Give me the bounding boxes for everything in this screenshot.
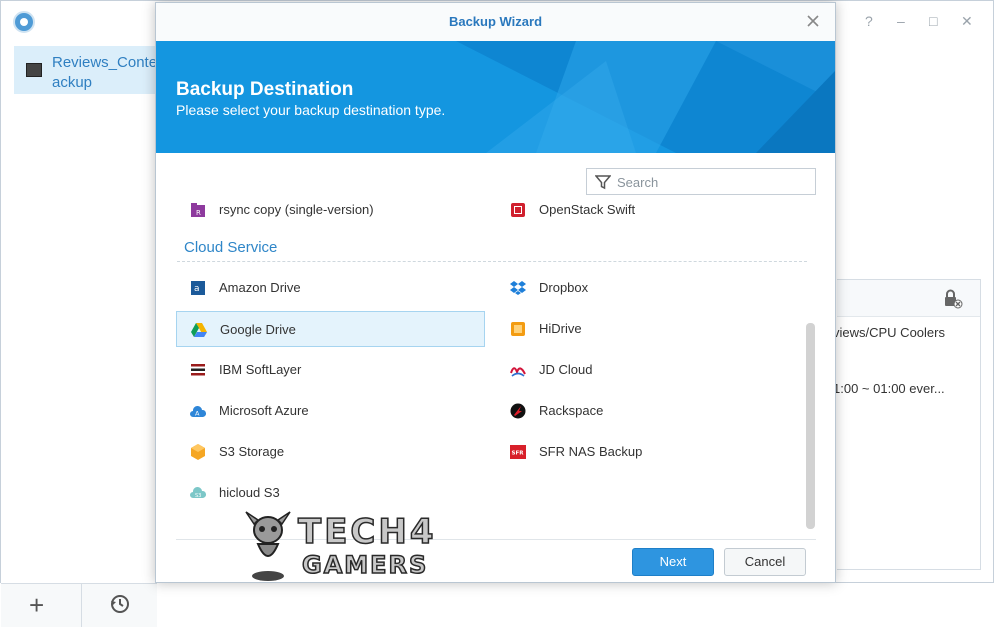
nas-icon [26, 63, 42, 77]
list-item-hicloud-s3[interactable]: S3 hicloud S3 [176, 475, 485, 511]
rsync-icon: R [191, 203, 205, 217]
item-label: HiDrive [539, 321, 582, 336]
details-header [837, 280, 980, 317]
task-toolbar: + [1, 583, 157, 627]
s3-storage-icon [191, 444, 205, 460]
destination-text: views/CPU Coolers [833, 325, 945, 340]
item-label: Amazon Drive [219, 280, 301, 295]
search-input[interactable]: Search [586, 168, 816, 195]
help-icon[interactable]: ? [865, 13, 873, 29]
azure-icon: A [190, 405, 206, 418]
ibm-softlayer-icon [191, 364, 205, 376]
item-label: SFR NAS Backup [539, 444, 643, 459]
list-scrollbar[interactable] [806, 323, 815, 529]
list-item-microsoft-azure[interactable]: A Microsoft Azure [176, 393, 485, 429]
item-label: S3 Storage [219, 444, 285, 459]
schedule-text: 1:00 ~ 01:00 ever... [833, 381, 945, 396]
watermark-line2: GAMERS [301, 550, 429, 580]
minimize-icon[interactable]: – [897, 13, 905, 29]
list-item-openstack[interactable]: OpenStack Swift [496, 192, 805, 228]
svg-text:a: a [194, 284, 200, 294]
item-label: rsync copy (single-version) [219, 202, 374, 217]
rackspace-icon [510, 403, 526, 419]
svg-text:SFR: SFR [512, 451, 525, 457]
list-item-hidrive[interactable]: HiDrive [496, 311, 805, 347]
task-list: Reviews_Conte ackup + [1, 43, 164, 627]
mascot-icon [245, 511, 291, 581]
next-button[interactable]: Next [632, 548, 714, 576]
banner-heading: Backup Destination [176, 79, 354, 100]
app-logo-icon [13, 11, 35, 33]
cancel-button[interactable]: Cancel [724, 548, 806, 576]
svg-text:R: R [196, 209, 201, 217]
task-details-panel: views/CPU Coolers 1:00 ~ 01:00 ever... [833, 279, 981, 570]
list-item-jd-cloud[interactable]: JD Cloud [496, 352, 805, 388]
task-item[interactable]: Reviews_Conte ackup [14, 46, 164, 94]
filter-icon [595, 175, 611, 190]
list-item-sfr-nas-backup[interactable]: SFR SFR NAS Backup [496, 434, 805, 470]
item-label: Dropbox [539, 280, 589, 295]
item-label: IBM SoftLayer [219, 362, 302, 377]
list-item-amazon-drive[interactable]: a Amazon Drive [176, 270, 485, 306]
dropbox-icon [510, 281, 526, 295]
list-item-rackspace[interactable]: Rackspace [496, 393, 805, 429]
openstack-icon [511, 203, 525, 217]
dialog-title: Backup Wizard [156, 3, 835, 41]
restore-history-icon[interactable] [109, 593, 131, 615]
item-label: Microsoft Azure [219, 403, 309, 418]
item-label: OpenStack Swift [539, 202, 636, 217]
section-title-cloud-service: Cloud Service [184, 239, 278, 256]
item-label: hicloud S3 [219, 485, 280, 500]
list-item-google-drive[interactable]: Google Drive [176, 311, 485, 347]
item-label: JD Cloud [539, 362, 593, 377]
dialog-banner: Backup Destination Please select your ba… [156, 41, 835, 153]
banner-subheading: Please select your backup destination ty… [176, 102, 446, 118]
backup-wizard-dialog: Backup Wizard Backup Destination Please … [155, 2, 836, 583]
hicloud-icon: S3 [190, 486, 206, 499]
lock-icon[interactable] [943, 289, 963, 309]
close-app-icon[interactable]: ✕ [961, 13, 973, 30]
list-item-ibm-softlayer[interactable]: IBM SoftLayer [176, 352, 485, 388]
maximize-icon[interactable]: □ [929, 13, 937, 29]
list-item-dropbox[interactable]: Dropbox [496, 270, 805, 306]
section-divider [177, 261, 807, 262]
item-label: Rackspace [539, 403, 604, 418]
watermark-logo: TECH4 GAMERS [240, 508, 440, 583]
search-placeholder: Search [617, 175, 659, 190]
svg-text:S3: S3 [195, 493, 201, 499]
close-icon[interactable] [805, 13, 821, 29]
list-item-rsync[interactable]: R rsync copy (single-version) [176, 192, 485, 228]
add-task-button[interactable]: + [29, 592, 44, 618]
hidrive-icon [511, 322, 525, 336]
watermark-line1: TECH4 [297, 511, 437, 553]
sfr-icon: SFR [510, 445, 526, 459]
jd-cloud-icon [510, 367, 526, 377]
toolbar-divider [81, 584, 82, 627]
task-label: Reviews_Conte ackup [52, 54, 158, 91]
svg-text:A: A [195, 410, 200, 418]
google-drive-icon [191, 323, 207, 337]
item-label: Google Drive [220, 322, 296, 337]
list-item-s3-storage[interactable]: S3 Storage [176, 434, 485, 470]
amazon-drive-icon: a [191, 281, 205, 295]
